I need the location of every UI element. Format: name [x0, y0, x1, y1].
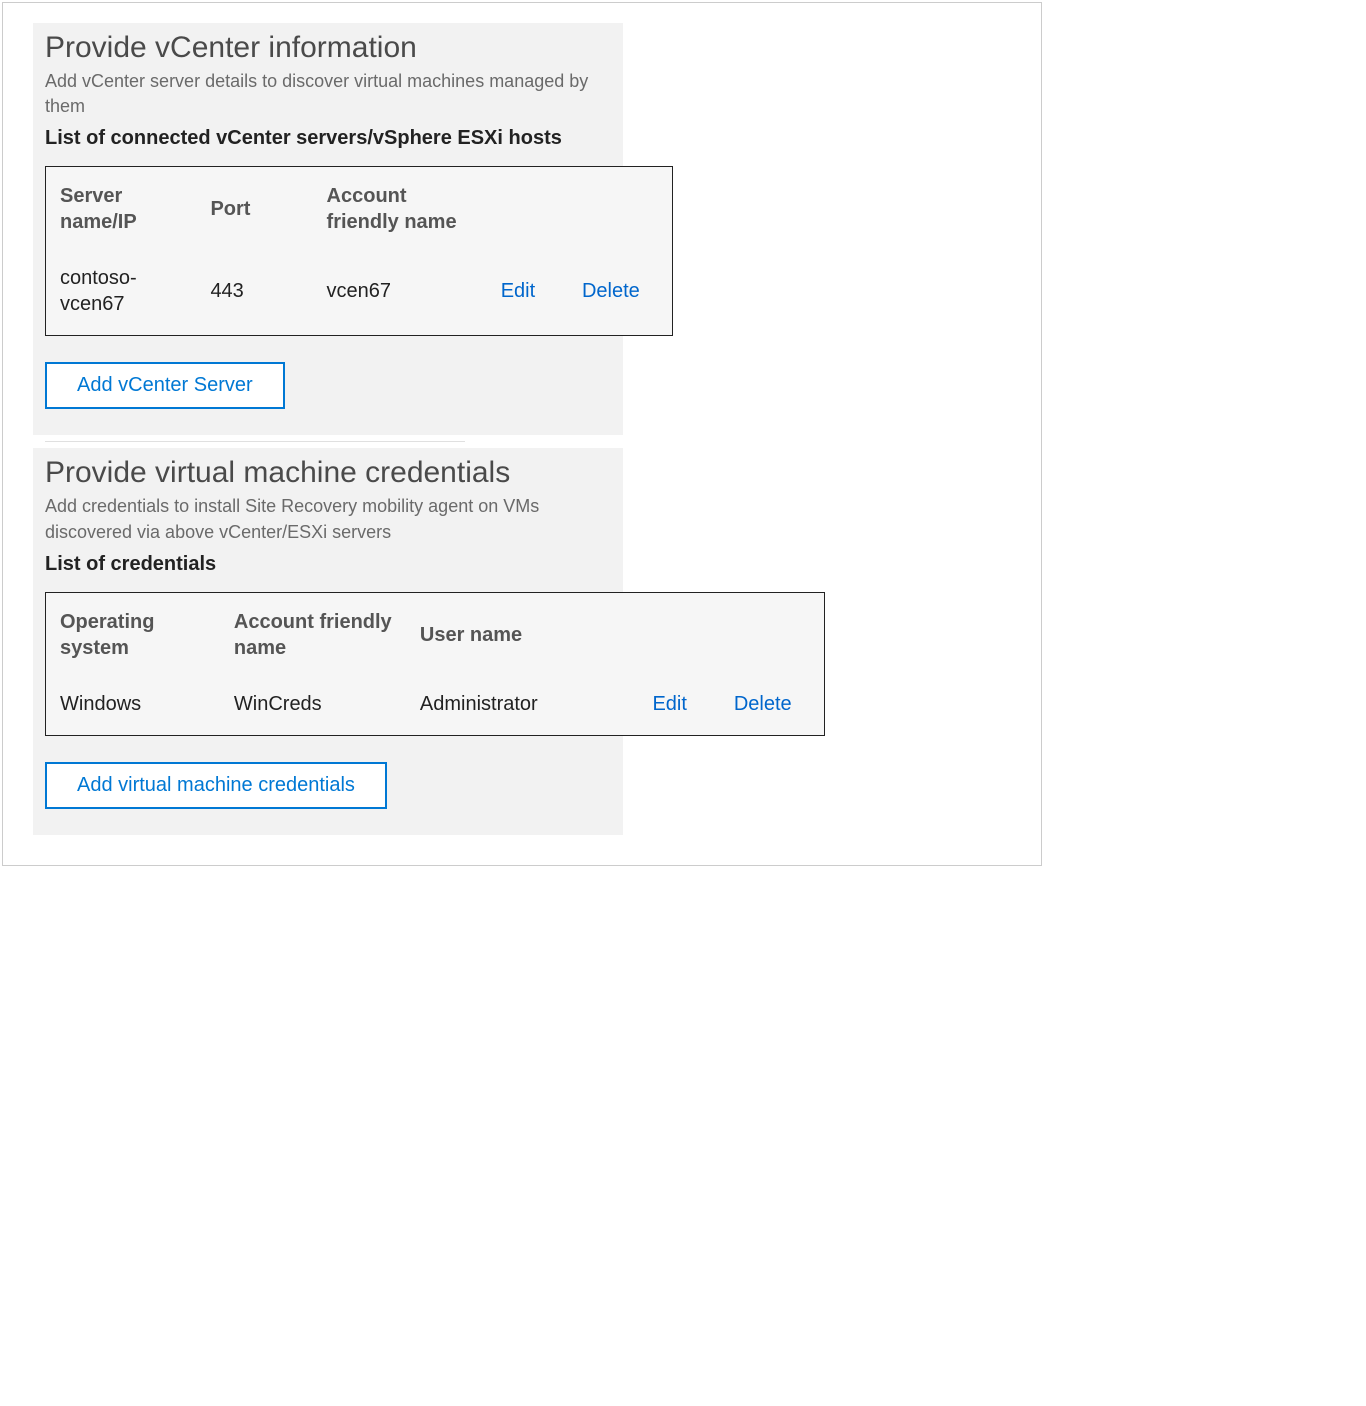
vcenter-list-label: List of connected vCenter servers/vSpher… — [33, 123, 623, 160]
credentials-description: Add credentials to install Site Recovery… — [33, 490, 623, 548]
credentials-row: Windows WinCreds Administrator Edit Dele… — [46, 677, 825, 736]
credentials-table: Operating system Account friendly name U… — [45, 592, 825, 736]
credentials-row-username: Administrator — [406, 677, 639, 736]
vcenter-section: Provide vCenter information Add vCenter … — [33, 23, 623, 435]
configuration-panel: Provide vCenter information Add vCenter … — [2, 2, 1042, 866]
vcenter-header-row: Server name/IP Port Account friendly nam… — [46, 167, 673, 252]
vcenter-col-account: Account friendly name — [313, 167, 487, 252]
vcenter-col-edit — [487, 167, 568, 252]
credentials-col-username: User name — [406, 592, 639, 677]
credentials-col-edit — [638, 592, 719, 677]
credentials-list-label: List of credentials — [33, 549, 623, 586]
vcenter-edit-link[interactable]: Edit — [501, 280, 535, 302]
vcenter-table-wrap: Server name/IP Port Account friendly nam… — [45, 166, 623, 336]
vcenter-button-row: Add vCenter Server — [33, 336, 623, 435]
vcenter-col-server: Server name/IP — [46, 167, 197, 252]
credentials-row-account: WinCreds — [220, 677, 406, 736]
credentials-table-wrap: Operating system Account friendly name U… — [45, 592, 623, 736]
vcenter-row-server: contoso-vcen67 — [46, 251, 197, 336]
vcenter-row-port: 443 — [196, 251, 312, 336]
credentials-col-account: Account friendly name — [220, 592, 406, 677]
add-vcenter-button[interactable]: Add vCenter Server — [45, 362, 285, 409]
vcenter-delete-link[interactable]: Delete — [582, 280, 640, 302]
credentials-section: Provide virtual machine credentials Add … — [33, 448, 623, 834]
credentials-col-os: Operating system — [46, 592, 220, 677]
section-divider — [45, 441, 465, 442]
vcenter-row: contoso-vcen67 443 vcen67 Edit Delete — [46, 251, 673, 336]
vcenter-description: Add vCenter server details to discover v… — [33, 65, 623, 123]
vcenter-table: Server name/IP Port Account friendly nam… — [45, 166, 673, 336]
add-credentials-button[interactable]: Add virtual machine credentials — [45, 762, 387, 809]
vcenter-row-account: vcen67 — [313, 251, 487, 336]
credentials-edit-link[interactable]: Edit — [652, 693, 686, 715]
vcenter-col-port: Port — [196, 167, 312, 252]
credentials-delete-link[interactable]: Delete — [734, 693, 792, 715]
credentials-header-row: Operating system Account friendly name U… — [46, 592, 825, 677]
vcenter-col-delete — [568, 167, 673, 252]
credentials-button-row: Add virtual machine credentials — [33, 736, 623, 835]
credentials-row-os: Windows — [46, 677, 220, 736]
vcenter-title: Provide vCenter information — [33, 23, 623, 65]
credentials-title: Provide virtual machine credentials — [33, 448, 623, 490]
credentials-col-delete — [720, 592, 825, 677]
